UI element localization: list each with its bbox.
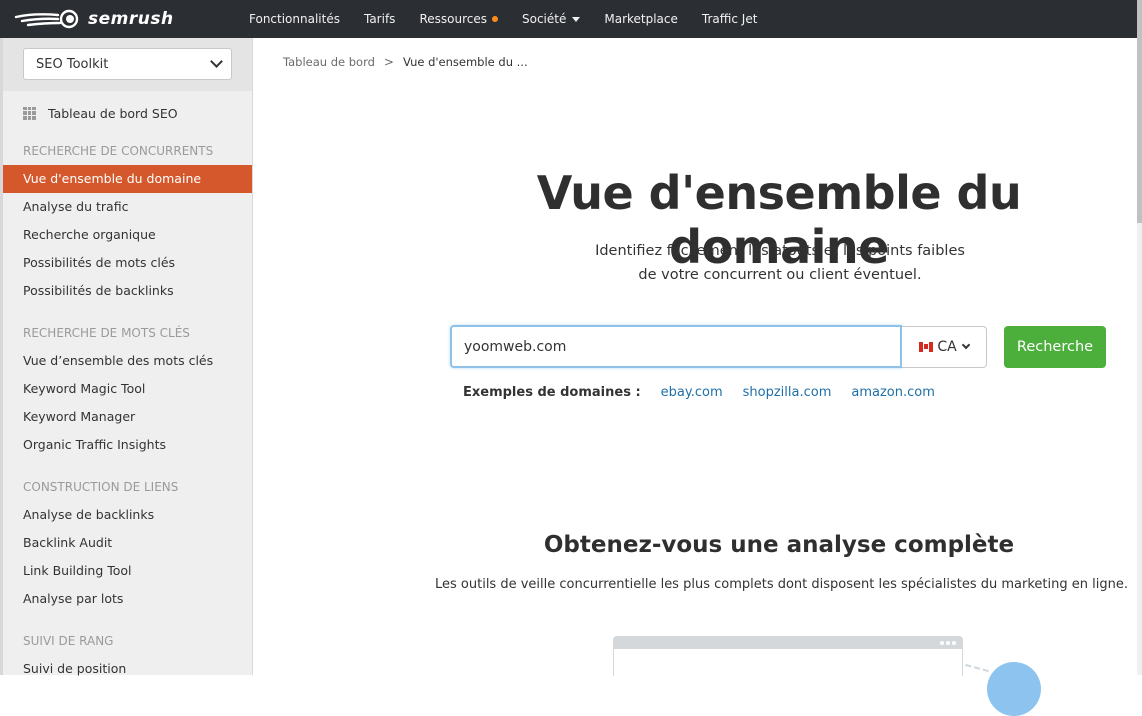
sidebar-item-bulk-analysis[interactable]: Analyse par lots	[3, 585, 252, 613]
nav-label: Traffic Jet	[701, 12, 758, 26]
notification-dot-icon	[491, 16, 498, 22]
sidebar-item-keyword-overview[interactable]: Vue d’ensemble des mots clés	[3, 347, 252, 375]
example-domain-link[interactable]: amazon.com	[851, 385, 935, 400]
breadcrumb: Tableau de bord > Vue d'ensemble du ...	[283, 55, 528, 69]
nav-societe[interactable]: Société	[521, 12, 581, 26]
nav-label: Marketplace	[604, 12, 678, 26]
browser-window-illustration	[613, 636, 963, 676]
nav-ressources[interactable]: Ressources	[419, 12, 498, 26]
sidebar-item-traffic-analytics[interactable]: Analyse du trafic	[3, 193, 252, 221]
section-heading: Obtenez-vous une analyse complète	[543, 532, 1015, 558]
sidebar-item-backlink-audit[interactable]: Backlink Audit	[3, 529, 252, 557]
canada-flag-icon	[919, 341, 934, 352]
example-domain-link[interactable]: shopzilla.com	[743, 385, 832, 400]
sidebar-item-backlink-analytics[interactable]: Analyse de backlinks	[3, 501, 252, 529]
caret-down-icon	[572, 16, 581, 22]
breadcrumb-current: Vue d'ensemble du ...	[402, 55, 528, 69]
sidebar-item-domain-overview[interactable]: Vue d'ensemble du domaine	[3, 165, 252, 193]
sidebar-section-title: RECHERCHE DE MOTS CLÉS	[23, 326, 190, 340]
scrollbar-thumb[interactable]	[1137, 0, 1142, 223]
subtitle-line: Identifiez facilement les atouts et les …	[595, 243, 965, 259]
nav-label: Société	[521, 12, 567, 26]
nav-traffic-jet[interactable]: Traffic Jet	[702, 12, 758, 26]
sidebar-item-link-building-tool[interactable]: Link Building Tool	[3, 557, 252, 585]
toolkit-selector-wrap: SEO Toolkit	[3, 38, 252, 91]
top-navigation-bar: semrush Fonctionnalités Tarifs Ressource…	[0, 0, 1137, 38]
toolkit-select-value: SEO Toolkit	[36, 56, 109, 72]
page-subtitle: Identifiez facilement les atouts et les …	[440, 239, 1120, 287]
sidebar-item-organic-research[interactable]: Recherche organique	[3, 221, 252, 249]
nav-tarifs[interactable]: Tarifs	[364, 12, 395, 26]
domain-search-form: CA Recherche	[450, 325, 1106, 368]
database-select-value: CA	[937, 338, 957, 355]
nav-fonctionnalites[interactable]: Fonctionnalités	[249, 12, 340, 26]
chevron-right-icon: >	[383, 55, 394, 69]
page-scrollbar[interactable]	[1137, 0, 1142, 675]
sidebar-item-position-tracking[interactable]: Suivi de position	[3, 655, 252, 683]
subtitle-line: de votre concurrent ou client éventuel.	[638, 267, 922, 283]
section-description: Les outils de veille concurrentielle les…	[435, 577, 1128, 592]
sidebar-section-title: RECHERCHE DE CONCURRENTS	[23, 144, 214, 158]
toolkit-select[interactable]: SEO Toolkit	[23, 48, 232, 80]
sidebar-item-backlink-gap[interactable]: Possibilités de backlinks	[3, 277, 252, 305]
example-domains: Exemples de domaines : ebay.com shopzill…	[463, 385, 955, 400]
sidebar-section-title: CONSTRUCTION DE LIENS	[23, 480, 179, 494]
blue-circle-illustration	[987, 662, 1041, 716]
database-select[interactable]: CA	[902, 325, 987, 368]
sidebar-item-keyword-magic-tool[interactable]: Keyword Magic Tool	[3, 375, 252, 403]
breadcrumb-dashboard-link[interactable]: Tableau de bord	[283, 55, 375, 69]
semrush-logo[interactable]: semrush	[14, 8, 174, 30]
sidebar-item-keyword-manager[interactable]: Keyword Manager	[3, 403, 252, 431]
chevron-down-icon	[961, 340, 970, 350]
nav-label: Ressources	[419, 12, 487, 26]
example-domains-label: Exemples de domaines :	[463, 385, 641, 400]
sidebar-item-seo-dashboard[interactable]: Tableau de bord SEO	[3, 93, 252, 133]
chevron-down-icon	[210, 55, 223, 68]
sidebar-item-keyword-gap[interactable]: Possibilités de mots clés	[3, 249, 252, 277]
semrush-fireball-icon	[14, 9, 79, 29]
window-dots-icon	[614, 637, 962, 649]
brand-name: semrush	[88, 9, 174, 29]
sidebar-item-label: Tableau de bord SEO	[48, 105, 178, 121]
sidebar-item-organic-traffic-insights[interactable]: Organic Traffic Insights	[3, 431, 252, 459]
example-domain-link[interactable]: ebay.com	[661, 385, 723, 400]
dashed-connector	[965, 663, 989, 673]
search-button[interactable]: Recherche	[1004, 325, 1106, 368]
sidebar-section-title: SUIVI DE RANG	[23, 634, 114, 648]
sidebar: SEO Toolkit Tableau de bord SEO RECHERCH…	[0, 38, 253, 676]
domain-search-input[interactable]	[450, 325, 902, 368]
main-nav: Fonctionnalités Tarifs Ressources Sociét…	[249, 0, 781, 38]
nav-label: Tarifs	[363, 12, 396, 26]
nav-marketplace[interactable]: Marketplace	[604, 12, 678, 26]
nav-label: Fonctionnalités	[249, 12, 340, 26]
grid-icon	[23, 106, 36, 120]
